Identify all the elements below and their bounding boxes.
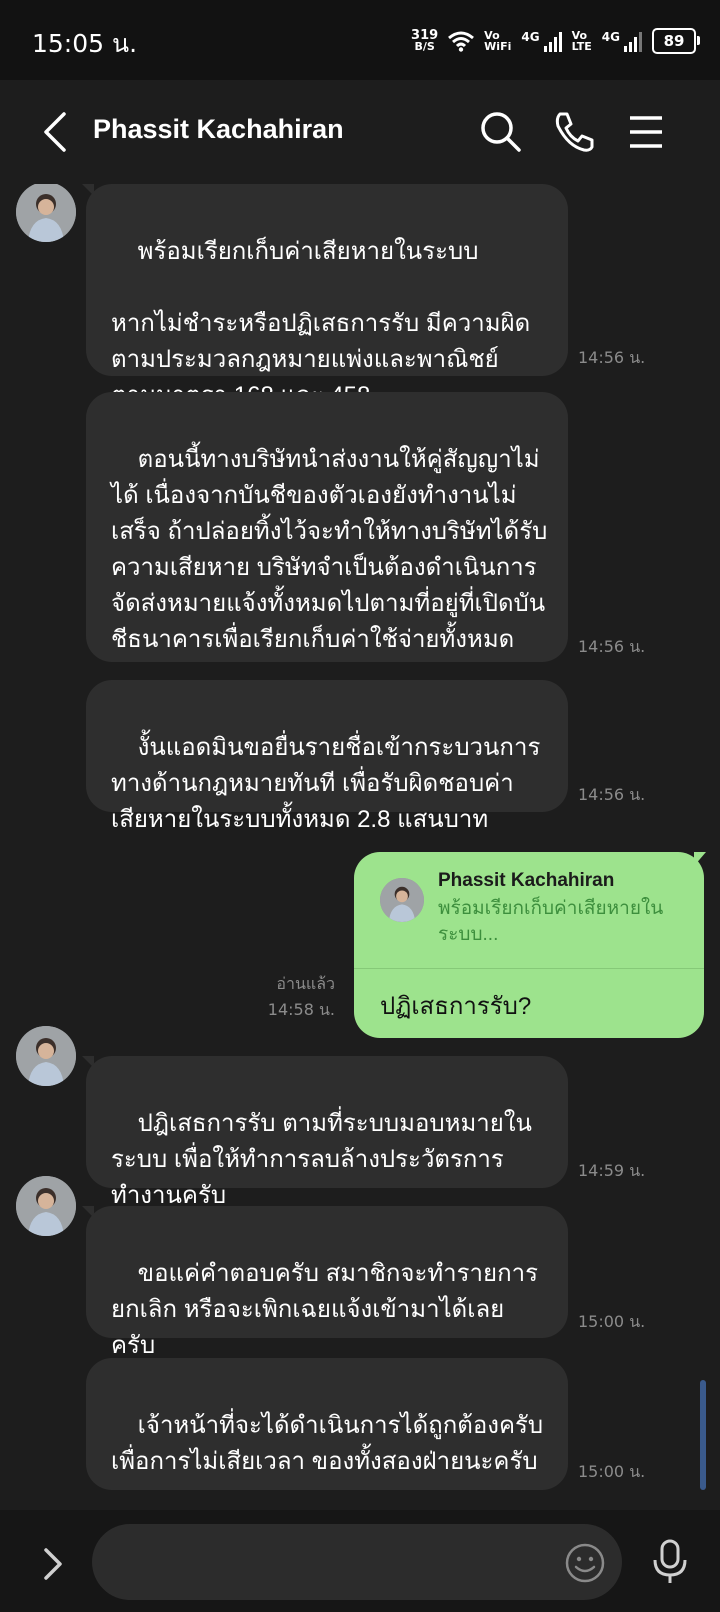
message-text: ปฎิเสธการรับ ตามที่ระบบมอบหมายในระบบ เพื… xyxy=(111,1110,532,1209)
reply-avatar xyxy=(380,878,424,922)
read-receipt: อ่านแล้ว xyxy=(276,974,335,993)
avatar[interactable] xyxy=(16,1176,76,1236)
message-text: เจ้าหน้าที่จะได้ดำเนินการได้ถูกต้องครับ … xyxy=(111,1412,550,1475)
network-speed-unit: B/S xyxy=(414,40,435,53)
signal-icon: 4G xyxy=(521,30,562,52)
reply-quote-name: Phassit Kachahiran xyxy=(438,870,615,891)
message-text: ตอนนี้ทางบริษัทนำส่งงานให้คู่สัญญาไม่ได้… xyxy=(111,446,548,653)
scrollbar-thumb[interactable] xyxy=(700,1380,706,1490)
message-time: 14:59 น. xyxy=(578,1161,646,1180)
emoji-icon[interactable] xyxy=(564,1542,606,1584)
expand-icon[interactable] xyxy=(38,1544,68,1584)
message-bubble[interactable]: ขอแค่คำตอบครับ สมาชิกจะทำรายการยกเลิก หร… xyxy=(86,1206,568,1359)
vowifi-indicator: Vo WiFi xyxy=(484,30,511,52)
reply-quote-text: พร้อมเรียกเก็บค่าเสียหายในระบบ... xyxy=(438,898,664,945)
avatar[interactable] xyxy=(16,184,76,242)
signal-icon-2: 4G xyxy=(602,30,642,52)
volte-indicator: Vo LTE xyxy=(572,30,592,52)
message-input[interactable] xyxy=(92,1524,622,1600)
battery-level: 89 xyxy=(663,32,685,50)
message-bubble[interactable]: ตอนนี้ทางบริษัทนำส่งงานให้คู่สัญญาไม่ได้… xyxy=(86,392,568,662)
message-time: 14:58 น. xyxy=(267,1000,335,1019)
wifi-icon xyxy=(448,31,475,52)
message-bubble[interactable]: งั้นแอดมินขอยื่นรายชื่อเข้ากระบวนการทางด… xyxy=(86,680,568,833)
chat-header: Phassit Kachahiran xyxy=(0,80,720,184)
message-bubble[interactable]: เจ้าหน้าที่จะได้ดำเนินการได้ถูกต้องครับ … xyxy=(86,1358,568,1490)
message-text: งั้นแอดมินขอยื่นรายชื่อเข้ากระบวนการทางด… xyxy=(111,734,541,833)
back-icon[interactable] xyxy=(36,110,72,154)
status-bar: 15:05 น. 319 B/S Vo WiFi 4G Vo LTE 4G 89 xyxy=(0,0,720,80)
message-list[interactable]: พร้อมเรียกเก็บค่าเสียหายในระบบ หากไม่ชำร… xyxy=(0,184,720,1510)
status-time: 15:05 น. xyxy=(32,29,138,58)
status-icons: 319 B/S Vo WiFi 4G Vo LTE 4G 89 xyxy=(411,24,700,58)
outgoing-message-bubble[interactable]: Phassit Kachahiran พร้อมเรียกเก็บค่าเสีย… xyxy=(354,852,704,1038)
menu-icon[interactable] xyxy=(622,108,670,156)
message-time: 15:00 น. xyxy=(578,1462,646,1481)
network-speed: 319 B/S xyxy=(411,29,438,53)
message-text: ขอแค่คำตอบครับ สมาชิกจะทำรายการยกเลิก หร… xyxy=(111,1260,538,1359)
message-text: ปฏิเสธการรับ? xyxy=(380,993,532,1020)
chat-title[interactable]: Phassit Kachahiran xyxy=(93,114,344,145)
phone-icon[interactable] xyxy=(550,108,598,156)
search-icon[interactable] xyxy=(477,108,525,156)
message-text: พร้อมเรียกเก็บค่าเสียหายในระบบ หากไม่ชำร… xyxy=(111,238,531,409)
message-time: 15:00 น. xyxy=(578,1312,646,1331)
reply-divider xyxy=(354,968,704,969)
battery-icon: 89 xyxy=(652,28,700,54)
volte-bottom: LTE xyxy=(571,40,592,53)
message-bubble[interactable]: ปฎิเสธการรับ ตามที่ระบบมอบหมายในระบบ เพื… xyxy=(86,1056,568,1209)
message-time: 14:56 น. xyxy=(578,785,646,804)
network-4g-label-2: 4G xyxy=(601,30,620,44)
vowifi-bottom: WiFi xyxy=(484,40,512,53)
message-time: 14:56 น. xyxy=(578,348,646,367)
message-bubble[interactable]: พร้อมเรียกเก็บค่าเสียหายในระบบ หากไม่ชำร… xyxy=(86,184,568,409)
input-bar xyxy=(0,1510,720,1612)
mic-icon[interactable] xyxy=(650,1538,690,1586)
message-time: 14:56 น. xyxy=(578,637,646,656)
avatar[interactable] xyxy=(16,1026,76,1086)
network-4g-label: 4G xyxy=(521,30,540,44)
